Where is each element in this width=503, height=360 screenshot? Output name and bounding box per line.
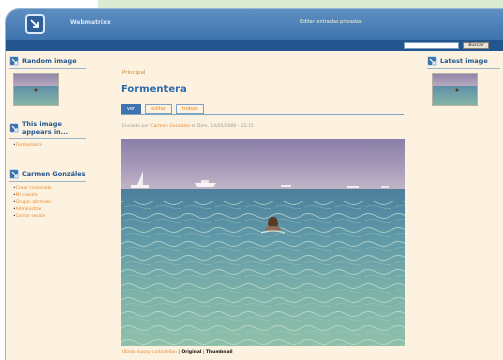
- left-sidebar: Random image This image appears in... • …: [6, 56, 90, 360]
- user-block-title: Carmen Gonzáles: [9, 169, 86, 182]
- tab-edit[interactable]: editar: [145, 104, 172, 114]
- user-menu-item[interactable]: Cerrar sesión: [13, 213, 90, 220]
- browser-page: Webmatrixx Editar entradas privadas Busc…: [5, 8, 503, 360]
- search-bar: Buscar: [6, 40, 503, 51]
- site-logo-icon[interactable]: [25, 14, 45, 34]
- original-link[interactable]: Original: [181, 350, 201, 355]
- arrow-icon: [9, 56, 19, 66]
- gallery-link[interactable]: Utado Isoorp coitadelian: [122, 350, 177, 355]
- thumbnail-link[interactable]: Thumbnail: [206, 350, 233, 355]
- author-link[interactable]: Carmen Gonzáles: [150, 124, 190, 129]
- submitted-date: el Dom, 14/05/2006 - 22:15: [191, 124, 254, 129]
- main-photo: [121, 139, 405, 346]
- main-content: Principal Formentera ver editar trabas E…: [110, 56, 410, 360]
- arrow-icon: [9, 169, 19, 179]
- photo-size-links: Utado Isoorp coitadelian | Original | Th…: [122, 350, 233, 355]
- appears-in-block-title: This image appears in...: [9, 120, 86, 139]
- appears-in-title: This image appears in...: [22, 120, 69, 136]
- separator: |: [178, 350, 180, 355]
- site-header: Webmatrixx Editar entradas privadas: [6, 9, 503, 40]
- arrow-icon: [9, 123, 19, 133]
- page-title: Formentera: [121, 84, 187, 95]
- arrow-icon: [427, 56, 437, 66]
- tab-divider: [121, 114, 404, 115]
- random-image-title: Random image: [22, 57, 77, 65]
- site-name[interactable]: Webmatrixx: [70, 19, 111, 26]
- latest-image-thumbnail[interactable]: [432, 73, 478, 106]
- user-menu-item[interactable]: Administrar: [13, 206, 90, 213]
- appears-in-list: Formentera: [13, 142, 90, 149]
- user-menu-item[interactable]: Grupo: abrmakr: [13, 199, 90, 206]
- right-sidebar: Latest image: [424, 56, 503, 360]
- search-button[interactable]: Buscar: [463, 42, 489, 49]
- random-image-thumbnail[interactable]: [13, 73, 59, 106]
- user-menu-item[interactable]: Mi cuenta: [13, 192, 90, 199]
- submitted-prefix: Enviado por: [122, 124, 149, 129]
- appears-in-item[interactable]: Formentera: [13, 142, 90, 149]
- user-menu: Crear contenido Mi cuenta Grupo: abrmakr…: [13, 185, 90, 220]
- latest-image-block-title: Latest image: [427, 56, 500, 69]
- user-name: Carmen Gonzáles: [22, 170, 86, 178]
- random-image-block: Random image: [6, 56, 90, 106]
- node-tabs: ver editar trabas: [121, 104, 208, 114]
- breadcrumb[interactable]: Principal: [122, 70, 145, 76]
- user-block: Carmen Gonzáles Crear contenido Mi cuent…: [6, 169, 90, 220]
- random-image-block-title: Random image: [9, 56, 86, 69]
- latest-image-block: Latest image: [424, 56, 503, 106]
- user-menu-item[interactable]: Crear contenido: [13, 185, 90, 192]
- submitted-info: Enviado por Carmen Gonzáles el Dom, 14/0…: [122, 124, 254, 129]
- separator: |: [202, 350, 205, 355]
- tab-view[interactable]: ver: [121, 104, 142, 114]
- search-input[interactable]: [404, 42, 459, 49]
- latest-image-title: Latest image: [440, 57, 488, 65]
- private-entries-link[interactable]: Editar entradas privadas: [300, 19, 362, 25]
- tab-track[interactable]: trabas: [175, 104, 204, 114]
- appears-in-block: This image appears in... Formentera: [6, 120, 90, 149]
